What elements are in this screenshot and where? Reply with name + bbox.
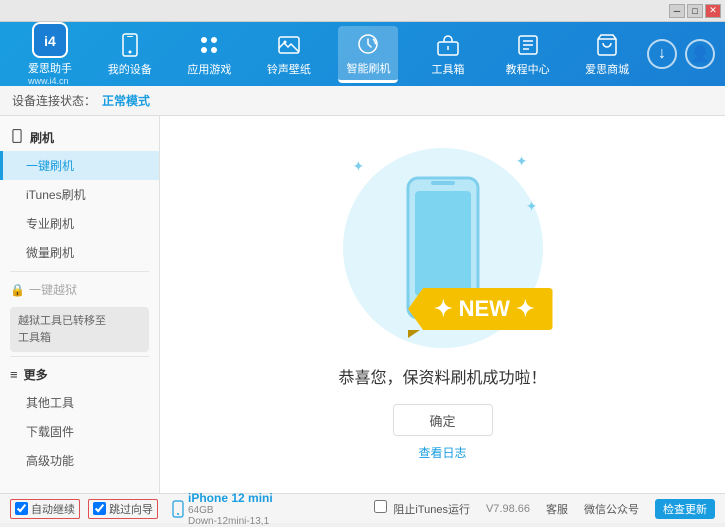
nav-toolbox-label: 工具箱 [432,61,465,77]
phone-illustration: ✦ ✦ ✦ ✦ NEW ✦ [343,148,543,348]
sidebar-section-more: ≡ 更多 其他工具 下载固件 高级功能 [0,361,159,475]
nav-flash-label: 智能刷机 [346,60,390,76]
status-bar: 设备连接状态： 正常模式 [0,86,725,116]
header: i4 爱思助手 www.i4.cn 我的设备 应用游戏 铃声壁纸 [0,22,725,86]
device-storage: 64GB [188,505,273,516]
nav-my-device[interactable]: 我的设备 [100,27,160,81]
nav-my-device-label: 我的设备 [108,61,152,77]
wallpaper-icon [275,31,303,59]
content-area: ✦ ✦ ✦ ✦ NEW ✦ 恭喜您，保资料刷机成功啦！ 确定 查 [160,116,725,493]
nav-smart-flash[interactable]: 智能刷机 [338,26,398,83]
nav-apps-label: 应用游戏 [187,61,231,77]
sidebar-item-pro-flash[interactable]: 专业刷机 [0,209,159,238]
device-name: iPhone 12 mini [188,491,273,505]
nav-wallpaper[interactable]: 铃声壁纸 [259,27,319,81]
sidebar-jailbreak-note: 越狱工具已转移至工具箱 [10,307,149,352]
status-value: 正常模式 [102,92,150,109]
sidebar: 刷机 一键刷机 iTunes刷机 专业刷机 微量刷机 🔒 一键越狱 越狱工具已转… [0,116,160,493]
nav-mall[interactable]: 爱思商城 [577,27,637,81]
check-update-link[interactable]: 检查更新 [655,499,715,519]
download-btn[interactable]: ↓ [647,39,677,69]
sidebar-item-other-tools[interactable]: 其他工具 [0,388,159,417]
version-label: V7.98.66 [486,503,530,515]
device-icon [116,31,144,59]
more-section-icon: ≡ [10,367,18,382]
new-banner-tail [408,330,420,338]
sparkle-2: ✦ [516,153,528,170]
wechat-public-link[interactable]: 微信公众号 [584,501,639,517]
title-bar: ─ □ ✕ [0,0,725,22]
device-info: iPhone 12 mini 64GB Down-12mini-13,1 [172,491,273,527]
logo-text: 爱思助手 www.i4.cn [28,60,72,86]
header-right: ↓ 👤 [647,39,715,69]
device-small-icon [172,500,184,518]
new-banner: ✦ NEW ✦ [408,288,552,330]
sidebar-jailbreak-disabled: 🔒 一键越狱 [0,276,159,303]
sidebar-item-micro-flash[interactable]: 微量刷机 [0,238,159,267]
toolbox-icon [434,31,462,59]
sidebar-section-jailbreak: 🔒 一键越狱 越狱工具已转移至工具箱 [0,276,159,352]
nav-tutorial[interactable]: 教程中心 [498,27,558,81]
lock-icon: 🔒 [10,283,25,297]
nav-items: 我的设备 应用游戏 铃声壁纸 智能刷机 工具箱 [90,26,647,83]
success-text: 恭喜您，保资料刷机成功啦！ [338,364,546,388]
nav-toolbox[interactable]: 工具箱 [418,27,478,81]
log-link[interactable]: 查看日志 [418,444,466,461]
sidebar-item-advanced[interactable]: 高级功能 [0,446,159,475]
sidebar-item-itunes-flash[interactable]: iTunes刷机 [0,180,159,209]
mall-icon [593,31,621,59]
flash-icon [354,30,382,58]
bottom-left: 自动继续 跳过向导 iPhone 12 mini 64GB Down-12min… [10,491,374,527]
device-model: Down-12mini-13,1 [188,516,273,527]
nav-apps-games[interactable]: 应用游戏 [179,27,239,81]
maximize-btn[interactable]: □ [687,4,703,18]
tutorial-icon [514,31,542,59]
flash-section-icon [10,129,24,146]
status-label: 设备连接状态： [12,92,96,109]
minimize-btn[interactable]: ─ [669,4,685,18]
nav-tutorial-label: 教程中心 [506,61,550,77]
new-banner-wrapper: ✦ NEW ✦ [408,288,552,338]
main-layout: 刷机 一键刷机 iTunes刷机 专业刷机 微量刷机 🔒 一键越狱 越狱工具已转… [0,116,725,493]
svg-text:i4: i4 [44,33,56,49]
bottom-right: 阻止iTunes运行 V7.98.66 客服 微信公众号 检查更新 [374,499,715,519]
nav-mall-label: 爱思商城 [585,61,629,77]
sidebar-section-flash: 刷机 一键刷机 iTunes刷机 专业刷机 微量刷机 [0,124,159,267]
sidebar-divider-2 [10,356,149,357]
sidebar-item-download-firmware[interactable]: 下载固件 [0,417,159,446]
sparkle-3: ✦ [526,198,538,215]
skip-wizard-checkbox[interactable]: 跳过向导 [88,499,158,519]
sidebar-section-flash-header: 刷机 [0,124,159,151]
close-btn[interactable]: ✕ [705,4,721,18]
auto-continue-check[interactable] [15,502,28,515]
itunes-status: 阻止iTunes运行 [374,500,470,517]
sidebar-section-more-header: ≡ 更多 [0,361,159,388]
user-btn[interactable]: 👤 [685,39,715,69]
nav-wallpaper-label: 铃声壁纸 [267,61,311,77]
sparkle-1: ✦ [353,158,365,175]
sidebar-divider-1 [10,271,149,272]
itunes-block-check[interactable] [374,500,387,513]
sidebar-item-one-key-flash[interactable]: 一键刷机 [0,151,159,180]
apps-icon [195,31,223,59]
logo-icon: i4 [32,22,68,58]
logo[interactable]: i4 爱思助手 www.i4.cn [10,22,90,86]
auto-continue-checkbox[interactable]: 自动继续 [10,499,80,519]
confirm-button[interactable]: 确定 [393,404,493,436]
customer-service-link[interactable]: 客服 [546,501,568,517]
skip-wizard-check[interactable] [93,502,106,515]
bottom-bar: 自动继续 跳过向导 iPhone 12 mini 64GB Down-12min… [0,493,725,523]
